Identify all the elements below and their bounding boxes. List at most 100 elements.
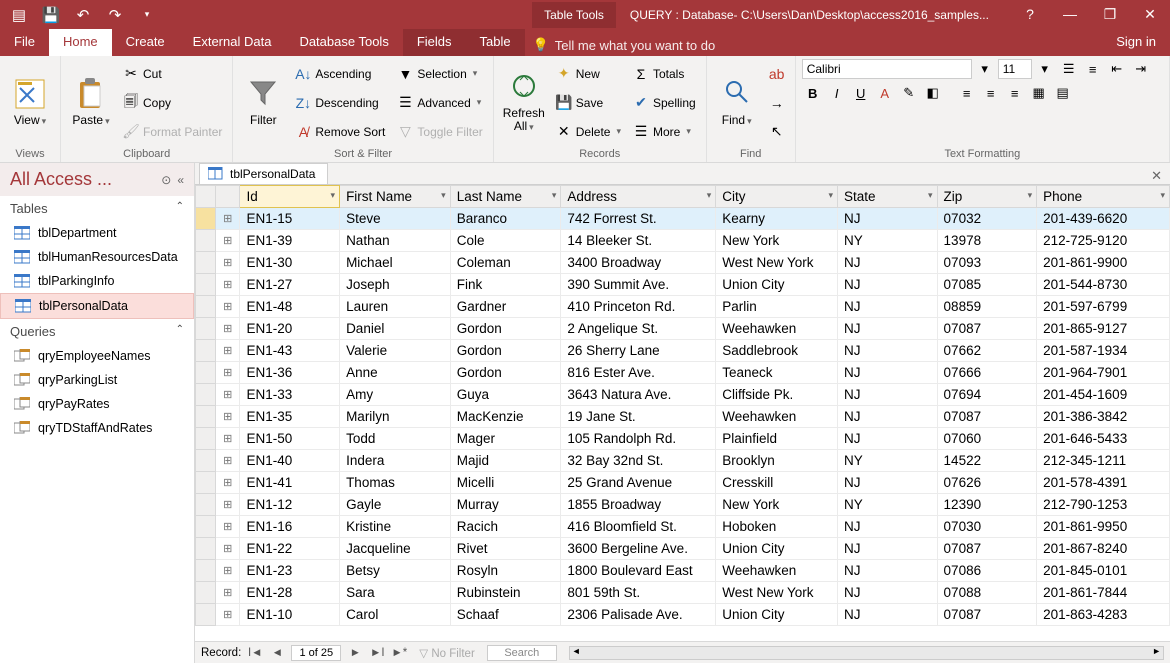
nav-group-queries[interactable]: Queries⌃: [0, 319, 194, 344]
cell[interactable]: 07626: [937, 472, 1037, 494]
cell[interactable]: Plainfield: [716, 428, 838, 450]
cell[interactable]: EN1-33: [240, 384, 340, 406]
row-selector[interactable]: [196, 230, 216, 252]
ascending-button[interactable]: A↓Ascending: [291, 63, 389, 85]
cell[interactable]: 201-861-9900: [1037, 252, 1170, 274]
cell[interactable]: NY: [837, 450, 937, 472]
qat-more-icon[interactable]: ▾: [136, 9, 158, 20]
cell[interactable]: NJ: [837, 252, 937, 274]
cell[interactable]: 410 Princeton Rd.: [561, 296, 716, 318]
cell[interactable]: Parlin: [716, 296, 838, 318]
column-header-phone[interactable]: Phone▾: [1037, 186, 1170, 208]
replace-button[interactable]: ab: [765, 63, 789, 85]
table-row[interactable]: ⊞EN1-27JosephFink390 Summit Ave.Union Ci…: [196, 274, 1170, 296]
cell[interactable]: Cliffside Pk.: [716, 384, 838, 406]
column-header-city[interactable]: City▾: [716, 186, 838, 208]
cell[interactable]: 07086: [937, 560, 1037, 582]
cell[interactable]: EN1-27: [240, 274, 340, 296]
table-row[interactable]: ⊞EN1-35MarilynMacKenzie19 Jane St.Weehaw…: [196, 406, 1170, 428]
tell-me[interactable]: 💡Tell me what you want to do: [525, 29, 724, 56]
cell[interactable]: Union City: [716, 538, 838, 560]
expand-icon[interactable]: ⊞: [215, 362, 240, 384]
nav-dropdown-icon[interactable]: ⊙: [161, 173, 171, 187]
table-row[interactable]: ⊞EN1-39NathanCole14 Bleeker St.New YorkN…: [196, 230, 1170, 252]
expand-icon[interactable]: ⊞: [215, 274, 240, 296]
cell[interactable]: Weehawken: [716, 560, 838, 582]
row-selector[interactable]: [196, 406, 216, 428]
cell[interactable]: 07087: [937, 538, 1037, 560]
view-button[interactable]: View: [6, 59, 54, 146]
tab-file[interactable]: File: [0, 29, 49, 56]
cell[interactable]: Guya: [450, 384, 561, 406]
cell[interactable]: 416 Bloomfield St.: [561, 516, 716, 538]
cell[interactable]: EN1-41: [240, 472, 340, 494]
row-selector[interactable]: [196, 450, 216, 472]
cell[interactable]: 2 Angelique St.: [561, 318, 716, 340]
cell[interactable]: 07088: [937, 582, 1037, 604]
column-dropdown-icon[interactable]: ▾: [552, 190, 557, 201]
cell[interactable]: NJ: [837, 516, 937, 538]
cell[interactable]: EN1-22: [240, 538, 340, 560]
expand-icon[interactable]: ⊞: [215, 538, 240, 560]
cell[interactable]: West New York: [716, 252, 838, 274]
expand-icon[interactable]: ⊞: [215, 318, 240, 340]
cell[interactable]: Rubinstein: [450, 582, 561, 604]
cell[interactable]: 201-544-8730: [1037, 274, 1170, 296]
cell[interactable]: EN1-40: [240, 450, 340, 472]
fill-color-button[interactable]: ◧: [922, 83, 944, 103]
expand-icon[interactable]: ⊞: [215, 472, 240, 494]
cell[interactable]: 201-454-1609: [1037, 384, 1170, 406]
cell[interactable]: 201-861-7844: [1037, 582, 1170, 604]
cell[interactable]: 1800 Boulevard East: [561, 560, 716, 582]
paste-button[interactable]: Paste: [67, 59, 115, 146]
cell[interactable]: Gordon: [450, 318, 561, 340]
cell[interactable]: 26 Sherry Lane: [561, 340, 716, 362]
row-selector[interactable]: [196, 318, 216, 340]
more-button[interactable]: ☰More: [629, 121, 700, 143]
cell[interactable]: 201-845-0101: [1037, 560, 1170, 582]
table-row[interactable]: ⊞EN1-28SaraRubinstein801 59th St.West Ne…: [196, 582, 1170, 604]
nav-item-tbldepartment[interactable]: tblDepartment: [0, 221, 194, 245]
column-dropdown-icon[interactable]: ▾: [441, 190, 446, 201]
table-row[interactable]: ⊞EN1-33AmyGuya3643 Natura Ave.Cliffside …: [196, 384, 1170, 406]
cell[interactable]: Daniel: [340, 318, 451, 340]
row-selector[interactable]: [196, 428, 216, 450]
cell[interactable]: Lauren: [340, 296, 451, 318]
table-row[interactable]: ⊞EN1-40InderaMajid32 Bay 32nd St.Brookly…: [196, 450, 1170, 472]
cell[interactable]: West New York: [716, 582, 838, 604]
cell[interactable]: Cole: [450, 230, 561, 252]
cell[interactable]: Valerie: [340, 340, 451, 362]
column-dropdown-icon[interactable]: ▾: [1028, 190, 1033, 201]
cell[interactable]: 3643 Natura Ave.: [561, 384, 716, 406]
find-button[interactable]: Find: [713, 59, 761, 146]
cell[interactable]: Mager: [450, 428, 561, 450]
cell[interactable]: 816 Ester Ave.: [561, 362, 716, 384]
font-name-input[interactable]: [802, 59, 972, 79]
cell[interactable]: EN1-48: [240, 296, 340, 318]
cell[interactable]: Anne: [340, 362, 451, 384]
cell[interactable]: NJ: [837, 560, 937, 582]
cell[interactable]: 201-439-6620: [1037, 208, 1170, 230]
cell[interactable]: Murray: [450, 494, 561, 516]
cell[interactable]: 07093: [937, 252, 1037, 274]
cell[interactable]: EN1-28: [240, 582, 340, 604]
cell[interactable]: 07087: [937, 604, 1037, 626]
expand-icon[interactable]: ⊞: [215, 252, 240, 274]
selection-button[interactable]: ▼Selection: [393, 63, 486, 85]
remove-sort-button[interactable]: A̸Remove Sort: [291, 121, 389, 143]
row-selector[interactable]: [196, 252, 216, 274]
column-dropdown-icon[interactable]: ▾: [928, 190, 933, 201]
cell[interactable]: NJ: [837, 582, 937, 604]
cell[interactable]: Brooklyn: [716, 450, 838, 472]
cell[interactable]: 07694: [937, 384, 1037, 406]
cell[interactable]: 19 Jane St.: [561, 406, 716, 428]
cell[interactable]: 201-578-4391: [1037, 472, 1170, 494]
cell[interactable]: 07087: [937, 318, 1037, 340]
cell[interactable]: 201-863-4283: [1037, 604, 1170, 626]
font-size-input[interactable]: [998, 59, 1032, 79]
cell[interactable]: Steve: [340, 208, 451, 230]
nav-group-tables[interactable]: Tables⌃: [0, 196, 194, 221]
expand-icon[interactable]: ⊞: [215, 230, 240, 252]
cell[interactable]: 3600 Bergeline Ave.: [561, 538, 716, 560]
nav-item-qryemployeenames[interactable]: qryEmployeeNames: [0, 344, 194, 368]
